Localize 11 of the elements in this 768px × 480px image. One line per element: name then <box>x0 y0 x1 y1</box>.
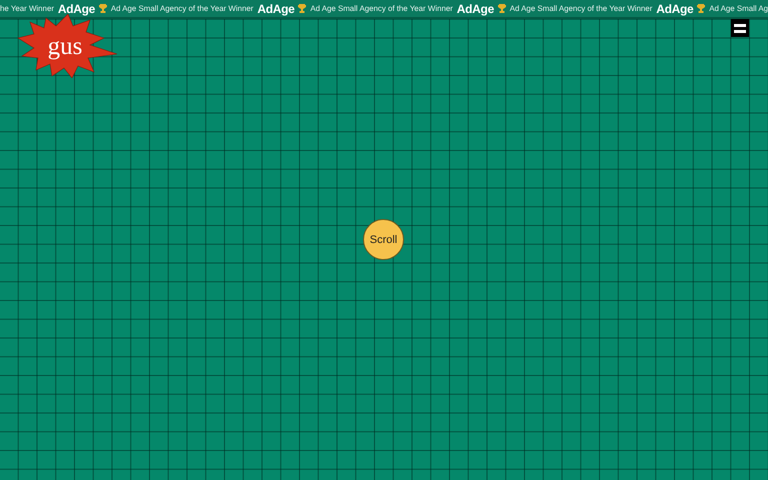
adage-logo: AdAge <box>656 2 694 16</box>
starburst-logo[interactable]: gus <box>16 14 120 78</box>
adage-logo: AdAge <box>456 2 494 16</box>
menu-button[interactable] <box>731 19 749 37</box>
trophy-icon <box>697 4 706 13</box>
adage-logo: AdAge <box>257 2 294 16</box>
scroll-button[interactable]: Scroll <box>363 219 404 260</box>
trophy-icon <box>498 4 506 13</box>
trophy-icon <box>298 4 306 13</box>
trophy-icon <box>98 4 107 13</box>
adage-logo: AdAge <box>58 2 96 16</box>
